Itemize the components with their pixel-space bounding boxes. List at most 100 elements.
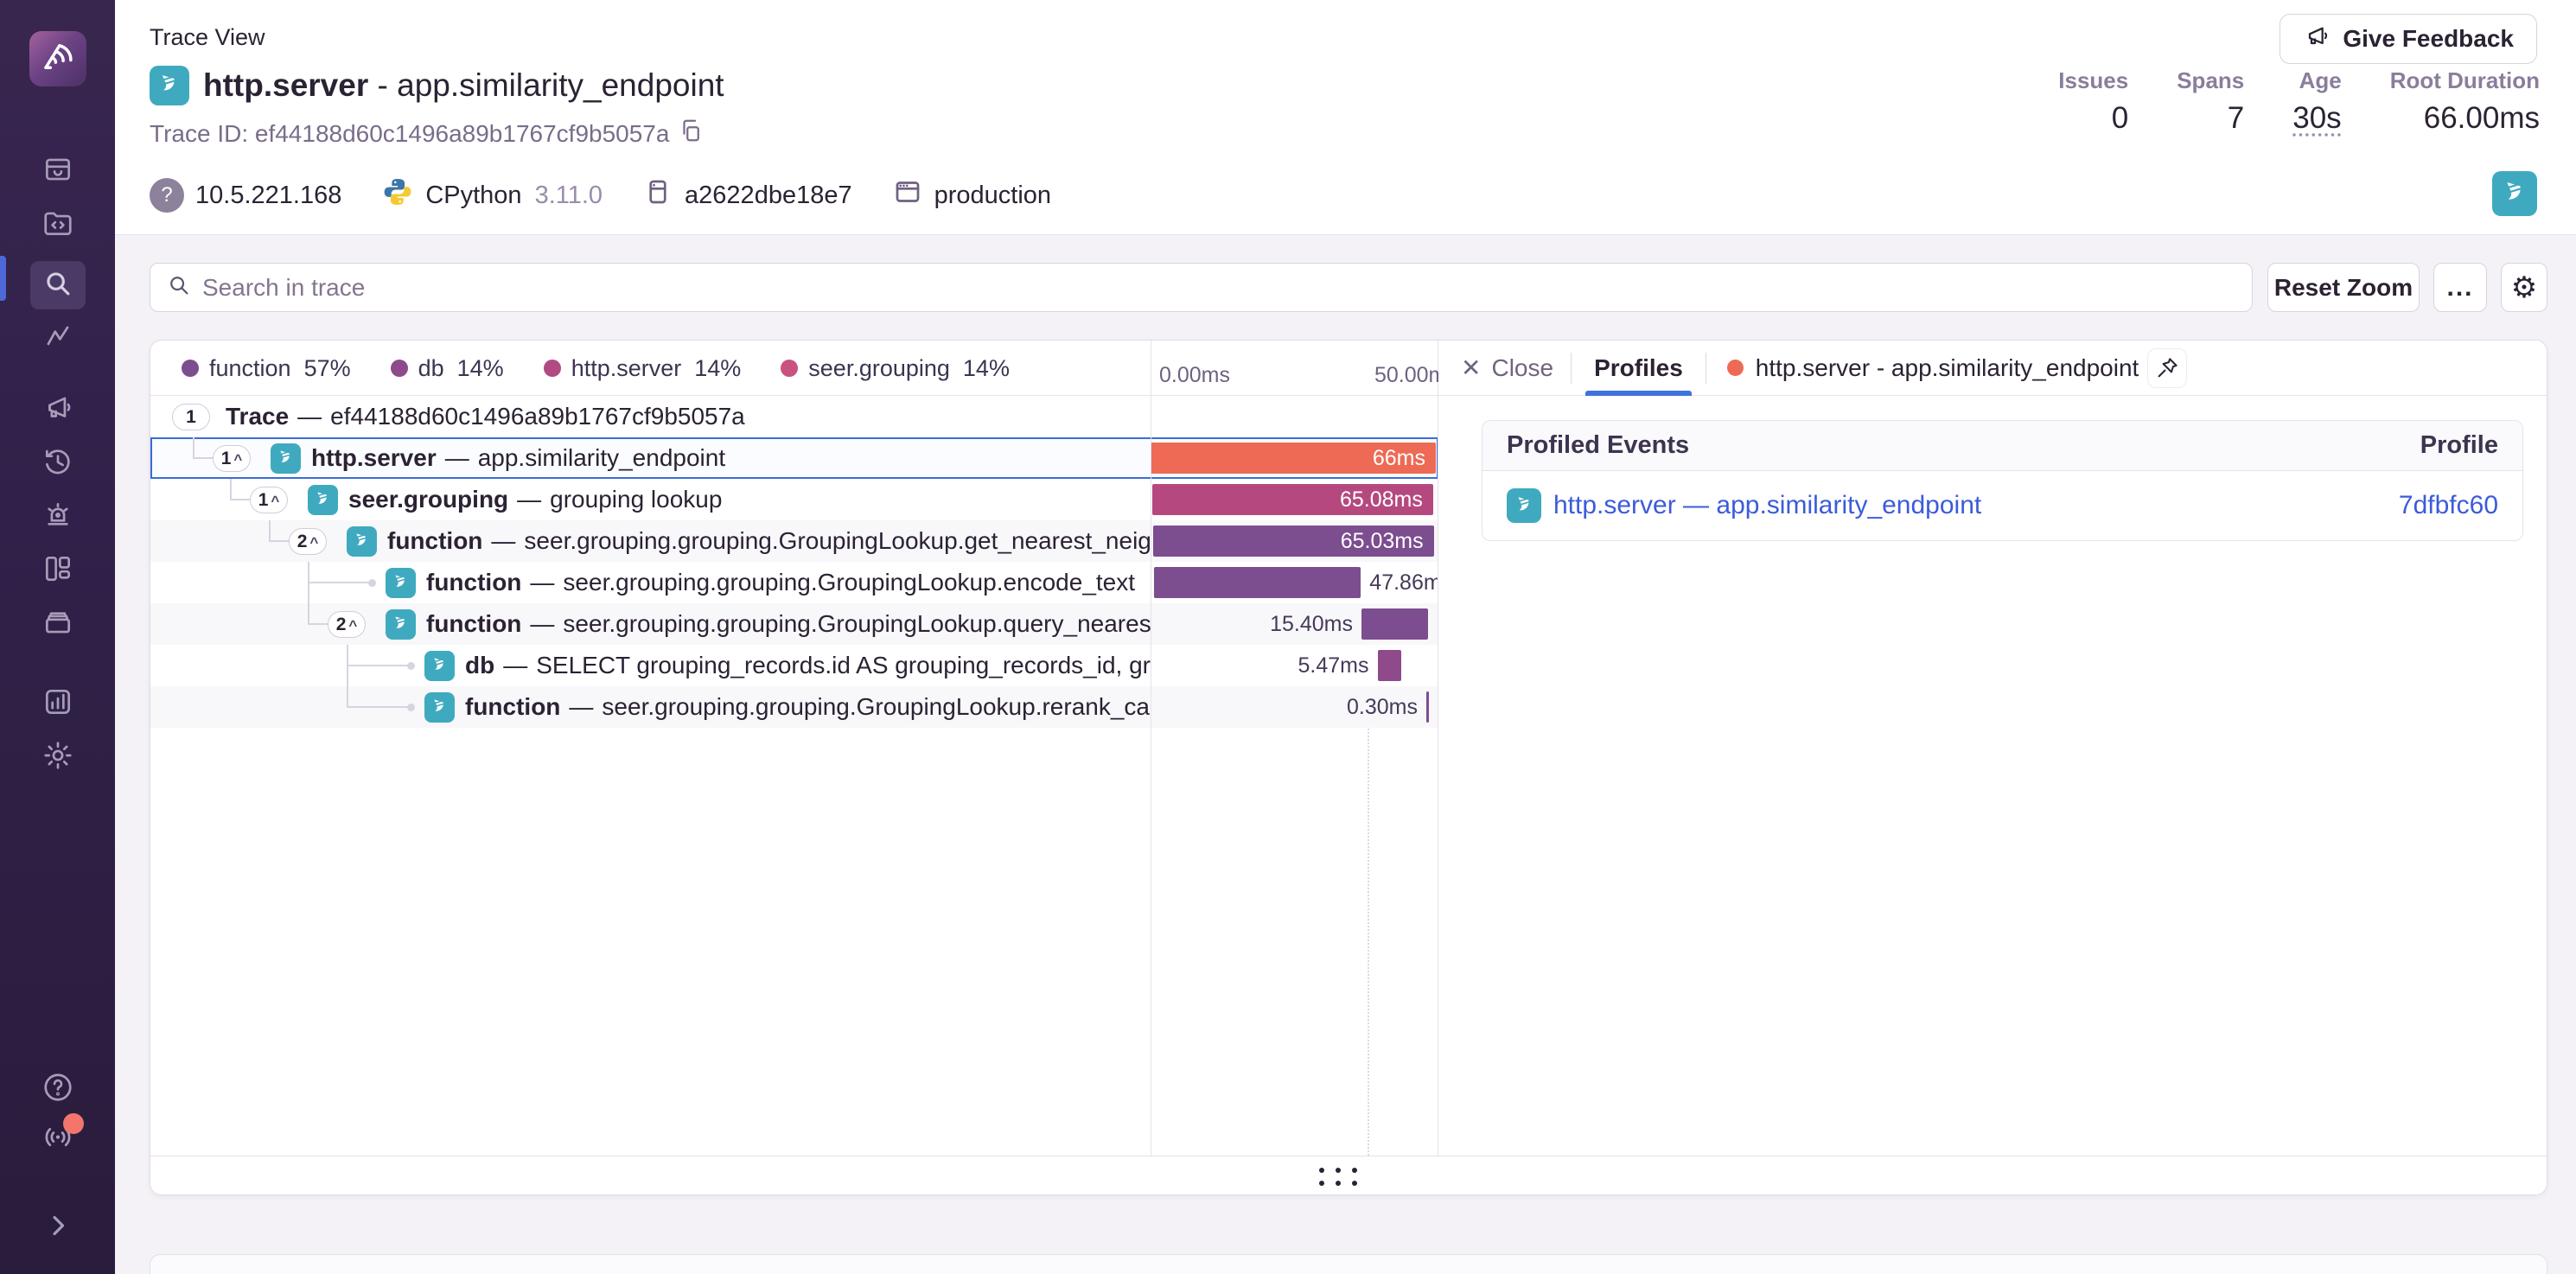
span-count-pill[interactable]: 2^ bbox=[328, 611, 366, 638]
sidebar-item-whats-new[interactable] bbox=[30, 1113, 86, 1162]
stat-issues: Issues 0 bbox=[2058, 67, 2128, 136]
dash: — bbox=[445, 444, 469, 472]
tree-connector bbox=[308, 603, 309, 624]
legend-label: function 57% bbox=[209, 355, 351, 382]
profile-id-link[interactable]: 7dfbfc60 bbox=[2399, 491, 2498, 520]
span-row-function[interactable]: 2^function—seer.grouping.grouping.Groupi… bbox=[150, 520, 1438, 562]
reset-zoom-button[interactable]: Reset Zoom bbox=[2267, 263, 2420, 312]
bottom-drawer-edge[interactable] bbox=[150, 1254, 2547, 1274]
meta-text: 10.5.221.168 bbox=[195, 182, 341, 210]
stat-age: Age 30s bbox=[2292, 67, 2341, 136]
more-options-button[interactable]: ... bbox=[2433, 263, 2487, 312]
axis-tick-0: 0.00ms bbox=[1159, 363, 1230, 388]
tab-profiles[interactable]: Profiles bbox=[1572, 341, 1706, 396]
col-profiled-events: Profiled Events bbox=[1507, 431, 1689, 460]
span-description: function—seer.grouping.grouping.Grouping… bbox=[465, 686, 1151, 728]
title-op: http.server bbox=[203, 67, 368, 103]
span-description: db—SELECT grouping_records.id AS groupin… bbox=[465, 645, 1151, 686]
span-row-function[interactable]: function—seer.grouping.grouping.Grouping… bbox=[150, 686, 1438, 728]
span-duration-bar[interactable] bbox=[1426, 691, 1429, 723]
search-bar[interactable] bbox=[150, 263, 2253, 312]
span-duration-label: 47.86ms bbox=[1369, 562, 1438, 603]
span-duration-bar[interactable] bbox=[1361, 608, 1428, 640]
sidebar-item-dashboards[interactable] bbox=[30, 546, 86, 595]
copy-icon[interactable] bbox=[678, 118, 704, 150]
sidebar-item-settings[interactable] bbox=[30, 733, 86, 781]
search-input[interactable] bbox=[202, 274, 2236, 302]
selected-span-crumb[interactable]: http.server - app.similarity_endpoint bbox=[1706, 354, 2148, 382]
span-count-pill[interactable]: 1^ bbox=[250, 487, 288, 513]
sidebar-item-releases[interactable] bbox=[30, 600, 86, 648]
span-duration-label: 65.08ms bbox=[1152, 479, 1423, 520]
legend-label: http.server 14% bbox=[571, 355, 742, 382]
dash: — bbox=[530, 610, 554, 638]
span-row-db[interactable]: db—SELECT grouping_records.id AS groupin… bbox=[150, 645, 1438, 686]
dashboards-icon bbox=[41, 552, 74, 589]
span-color-dot bbox=[1727, 360, 1744, 376]
pin-button[interactable] bbox=[2147, 348, 2187, 388]
sidebar-item-expand[interactable] bbox=[30, 1203, 86, 1252]
dash: — bbox=[569, 693, 593, 721]
sidebar-item-issues[interactable] bbox=[30, 147, 86, 195]
legend-item-db: db 14% bbox=[391, 355, 504, 382]
child-count: 2 bbox=[336, 615, 347, 635]
sidebar-item-stats[interactable] bbox=[30, 679, 86, 728]
span-row-trace[interactable]: 1Trace—ef44188d60c1496a89b1767cf9b5057a bbox=[150, 396, 1438, 437]
span-tree-cell: 1^http.server—app.similarity_endpoint bbox=[152, 437, 1152, 479]
chevron-up-icon: ^ bbox=[309, 534, 318, 551]
span-bar-cell: 15.40ms bbox=[1151, 603, 1438, 645]
window-icon bbox=[892, 176, 923, 214]
tree-connector-dot bbox=[407, 662, 415, 670]
meta-window: production bbox=[892, 176, 1051, 214]
close-icon: ✕ bbox=[1461, 354, 1481, 382]
span-duration-bar[interactable] bbox=[1154, 567, 1361, 598]
span-bar-cell bbox=[1151, 396, 1438, 437]
tree-connector bbox=[308, 582, 370, 583]
span-detail-panel: ✕ Close Profiles http.server - app.simil… bbox=[1438, 341, 2547, 1156]
sidebar-item-performance[interactable] bbox=[30, 315, 86, 363]
span-tree-cell: 2^ function—seer.grouping.grouping.Groupi… bbox=[150, 603, 1151, 645]
profiled-event-link[interactable]: http.server — app.similarity_endpoint bbox=[1507, 488, 1981, 523]
span-tree-cell: function—seer.grouping.grouping.Grouping… bbox=[150, 686, 1151, 728]
sidebar bbox=[0, 0, 115, 1274]
span-bar-cell: 5.47ms bbox=[1151, 645, 1438, 686]
span-row-http-server[interactable]: 1^http.server—app.similarity_endpoint66m… bbox=[150, 437, 1438, 479]
search-icon bbox=[41, 267, 74, 304]
span-count-pill[interactable]: 2^ bbox=[289, 528, 327, 555]
sentry-logo[interactable] bbox=[29, 31, 86, 86]
settings-gear-button[interactable]: ⚙ bbox=[2501, 263, 2547, 312]
meta-text: a2622dbe18e7 bbox=[685, 182, 852, 210]
span-duration-bar[interactable] bbox=[1378, 650, 1401, 681]
span-description: function—seer.grouping.grouping.Grouping… bbox=[426, 562, 1135, 603]
sentry-logo bbox=[40, 39, 76, 80]
span-row-function[interactable]: 2^ function—seer.grouping.grouping.Groupi… bbox=[150, 603, 1438, 645]
dash: — bbox=[297, 403, 322, 430]
tree-connector bbox=[230, 479, 232, 500]
span-count-pill[interactable]: 1 bbox=[172, 404, 210, 430]
span-row-function[interactable]: function—seer.grouping.grouping.Grouping… bbox=[150, 562, 1438, 603]
span-tree: 1Trace—ef44188d60c1496a89b1767cf9b5057a1… bbox=[150, 396, 1438, 728]
legend-dot bbox=[544, 360, 561, 377]
span-duration-label: 65.03ms bbox=[1153, 520, 1424, 562]
span-description: function—seer.grouping.grouping.Grouping… bbox=[426, 603, 1151, 645]
sidebar-item-replays[interactable] bbox=[30, 439, 86, 487]
meta-text: CPython bbox=[425, 182, 521, 210]
sidebar-item-search[interactable] bbox=[30, 261, 86, 309]
sidebar-item-help[interactable] bbox=[30, 1065, 86, 1113]
close-panel-button[interactable]: ✕ Close bbox=[1461, 354, 1571, 382]
meta-server: a2622dbe18e7 bbox=[642, 176, 852, 214]
span-name: seer.grouping.grouping.GroupingLookup.re… bbox=[602, 693, 1151, 721]
span-count-pill[interactable]: 1^ bbox=[213, 445, 251, 472]
resize-grip[interactable] bbox=[1319, 1168, 1357, 1186]
replays-icon bbox=[41, 445, 74, 482]
sidebar-item-projects[interactable] bbox=[30, 201, 86, 249]
chevron-up-icon: ^ bbox=[233, 451, 242, 468]
stat-value[interactable]: 30s bbox=[2292, 101, 2341, 136]
page-title: http.server - app.similarity_endpoint bbox=[203, 67, 724, 104]
project-platform-icon[interactable] bbox=[2492, 171, 2537, 216]
sidebar-item-alerts[interactable] bbox=[30, 493, 86, 541]
sidebar-item-feedback[interactable] bbox=[30, 385, 86, 434]
span-row-seer-grouping[interactable]: 1^seer.grouping—grouping lookup65.08ms bbox=[150, 479, 1438, 520]
span-tree-cell: 1Trace—ef44188d60c1496a89b1767cf9b5057a bbox=[150, 396, 1151, 437]
give-feedback-button[interactable]: Give Feedback bbox=[2280, 14, 2537, 64]
